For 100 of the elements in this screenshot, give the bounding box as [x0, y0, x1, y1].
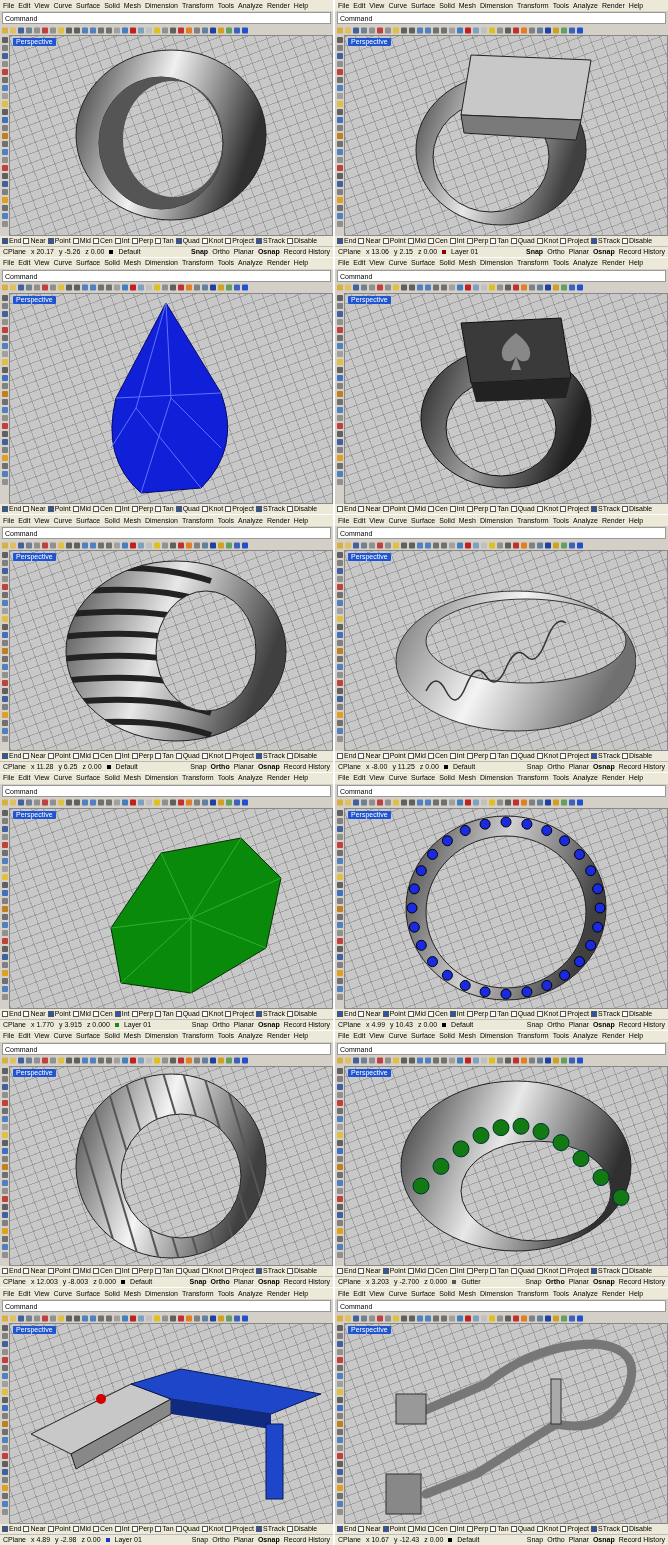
- checkbox[interactable]: [466, 1010, 473, 1017]
- checkbox[interactable]: [427, 753, 434, 759]
- checkbox[interactable]: [23, 1268, 30, 1275]
- checkbox[interactable]: [2, 237, 8, 244]
- checkbox[interactable]: [510, 1268, 517, 1275]
- checkbox[interactable]: [155, 1526, 162, 1532]
- checkbox[interactable]: [449, 753, 456, 759]
- checkbox[interactable]: [23, 237, 30, 244]
- checkbox[interactable]: [47, 1526, 54, 1532]
- checkbox[interactable]: [286, 1268, 293, 1275]
- checkbox[interactable]: [490, 753, 497, 759]
- checkbox[interactable]: [382, 753, 389, 759]
- toolbar-icons-drawing[interactable]: [337, 1057, 585, 1065]
- toolbar-icons-drawing[interactable]: [2, 1314, 250, 1322]
- checkbox[interactable]: [490, 506, 497, 513]
- checkbox[interactable]: [114, 1526, 121, 1532]
- checkbox[interactable]: [114, 506, 121, 513]
- toolbar-icons-drawing[interactable]: [2, 799, 250, 807]
- checkbox[interactable]: [201, 237, 208, 244]
- checkbox[interactable]: [114, 1010, 121, 1017]
- checkbox[interactable]: [337, 1268, 343, 1275]
- checkbox[interactable]: [201, 1268, 208, 1275]
- checkbox[interactable]: [2, 753, 8, 759]
- checkbox[interactable]: [337, 506, 343, 513]
- side-toolbar-icons-drawing[interactable]: [336, 294, 343, 487]
- toolbar-icons-drawing[interactable]: [337, 26, 585, 34]
- checkbox[interactable]: [225, 753, 232, 759]
- checkbox[interactable]: [131, 506, 138, 513]
- checkbox[interactable]: [449, 1010, 456, 1017]
- checkbox[interactable]: [131, 753, 138, 759]
- checkbox[interactable]: [175, 1526, 182, 1532]
- toolbar-icons-drawing[interactable]: [337, 541, 585, 549]
- checkbox[interactable]: [466, 1526, 473, 1532]
- checkbox[interactable]: [427, 1010, 434, 1017]
- checkbox[interactable]: [175, 237, 182, 244]
- checkbox[interactable]: [2, 1010, 8, 1017]
- checkbox[interactable]: [92, 1268, 99, 1275]
- checkbox[interactable]: [510, 753, 517, 759]
- checkbox[interactable]: [175, 506, 182, 513]
- toolbar-icons-drawing[interactable]: [337, 799, 585, 807]
- checkbox[interactable]: [466, 753, 473, 759]
- checkbox[interactable]: [92, 1526, 99, 1532]
- checkbox[interactable]: [590, 237, 597, 244]
- checkbox[interactable]: [590, 506, 597, 513]
- checkbox[interactable]: [225, 1526, 232, 1532]
- checkbox[interactable]: [131, 237, 138, 244]
- checkbox[interactable]: [114, 237, 121, 244]
- checkbox[interactable]: [225, 1268, 232, 1275]
- checkbox[interactable]: [427, 237, 434, 244]
- checkbox[interactable]: [466, 506, 473, 513]
- checkbox[interactable]: [590, 1268, 597, 1275]
- checkbox[interactable]: [92, 753, 99, 759]
- checkbox[interactable]: [621, 1010, 628, 1017]
- checkbox[interactable]: [255, 753, 262, 759]
- checkbox[interactable]: [72, 1010, 79, 1017]
- checkbox[interactable]: [358, 1010, 365, 1017]
- checkbox[interactable]: [510, 1010, 517, 1017]
- checkbox[interactable]: [590, 1010, 597, 1017]
- side-toolbar-icons-drawing[interactable]: [1, 1067, 8, 1260]
- checkbox[interactable]: [358, 506, 365, 513]
- checkbox[interactable]: [72, 753, 79, 759]
- checkbox[interactable]: [358, 753, 365, 759]
- side-toolbar-icons-drawing[interactable]: [336, 37, 343, 229]
- side-toolbar-icons-drawing[interactable]: [336, 1067, 343, 1260]
- checkbox[interactable]: [449, 506, 456, 513]
- checkbox[interactable]: [201, 506, 208, 513]
- checkbox[interactable]: [536, 1526, 543, 1532]
- checkbox[interactable]: [536, 237, 543, 244]
- checkbox[interactable]: [621, 753, 628, 759]
- checkbox[interactable]: [47, 237, 54, 244]
- checkbox[interactable]: [590, 753, 597, 759]
- checkbox[interactable]: [114, 753, 121, 759]
- toolbar-icons-drawing[interactable]: [2, 26, 250, 34]
- side-toolbar-icons-drawing[interactable]: [1, 810, 8, 1002]
- checkbox[interactable]: [225, 237, 232, 244]
- checkbox[interactable]: [427, 1268, 434, 1275]
- checkbox[interactable]: [490, 1010, 497, 1017]
- checkbox[interactable]: [407, 237, 414, 244]
- checkbox[interactable]: [92, 506, 99, 513]
- side-toolbar-icons-drawing[interactable]: [336, 1325, 343, 1518]
- checkbox[interactable]: [337, 237, 343, 244]
- checkbox[interactable]: [255, 1010, 262, 1017]
- side-toolbar-icons-drawing[interactable]: [336, 552, 343, 745]
- checkbox[interactable]: [23, 753, 30, 759]
- checkbox[interactable]: [255, 1268, 262, 1275]
- checkbox[interactable]: [621, 1526, 628, 1532]
- checkbox[interactable]: [175, 1268, 182, 1275]
- checkbox[interactable]: [155, 506, 162, 513]
- checkbox[interactable]: [621, 1268, 628, 1275]
- checkbox[interactable]: [2, 1526, 8, 1532]
- checkbox[interactable]: [560, 237, 567, 244]
- checkbox[interactable]: [358, 1268, 365, 1275]
- checkbox[interactable]: [155, 1010, 162, 1017]
- checkbox[interactable]: [201, 753, 208, 759]
- checkbox[interactable]: [490, 1268, 497, 1275]
- checkbox[interactable]: [225, 1010, 232, 1017]
- checkbox[interactable]: [23, 1526, 30, 1532]
- checkbox[interactable]: [92, 237, 99, 244]
- checkbox[interactable]: [337, 1526, 343, 1532]
- checkbox[interactable]: [449, 237, 456, 244]
